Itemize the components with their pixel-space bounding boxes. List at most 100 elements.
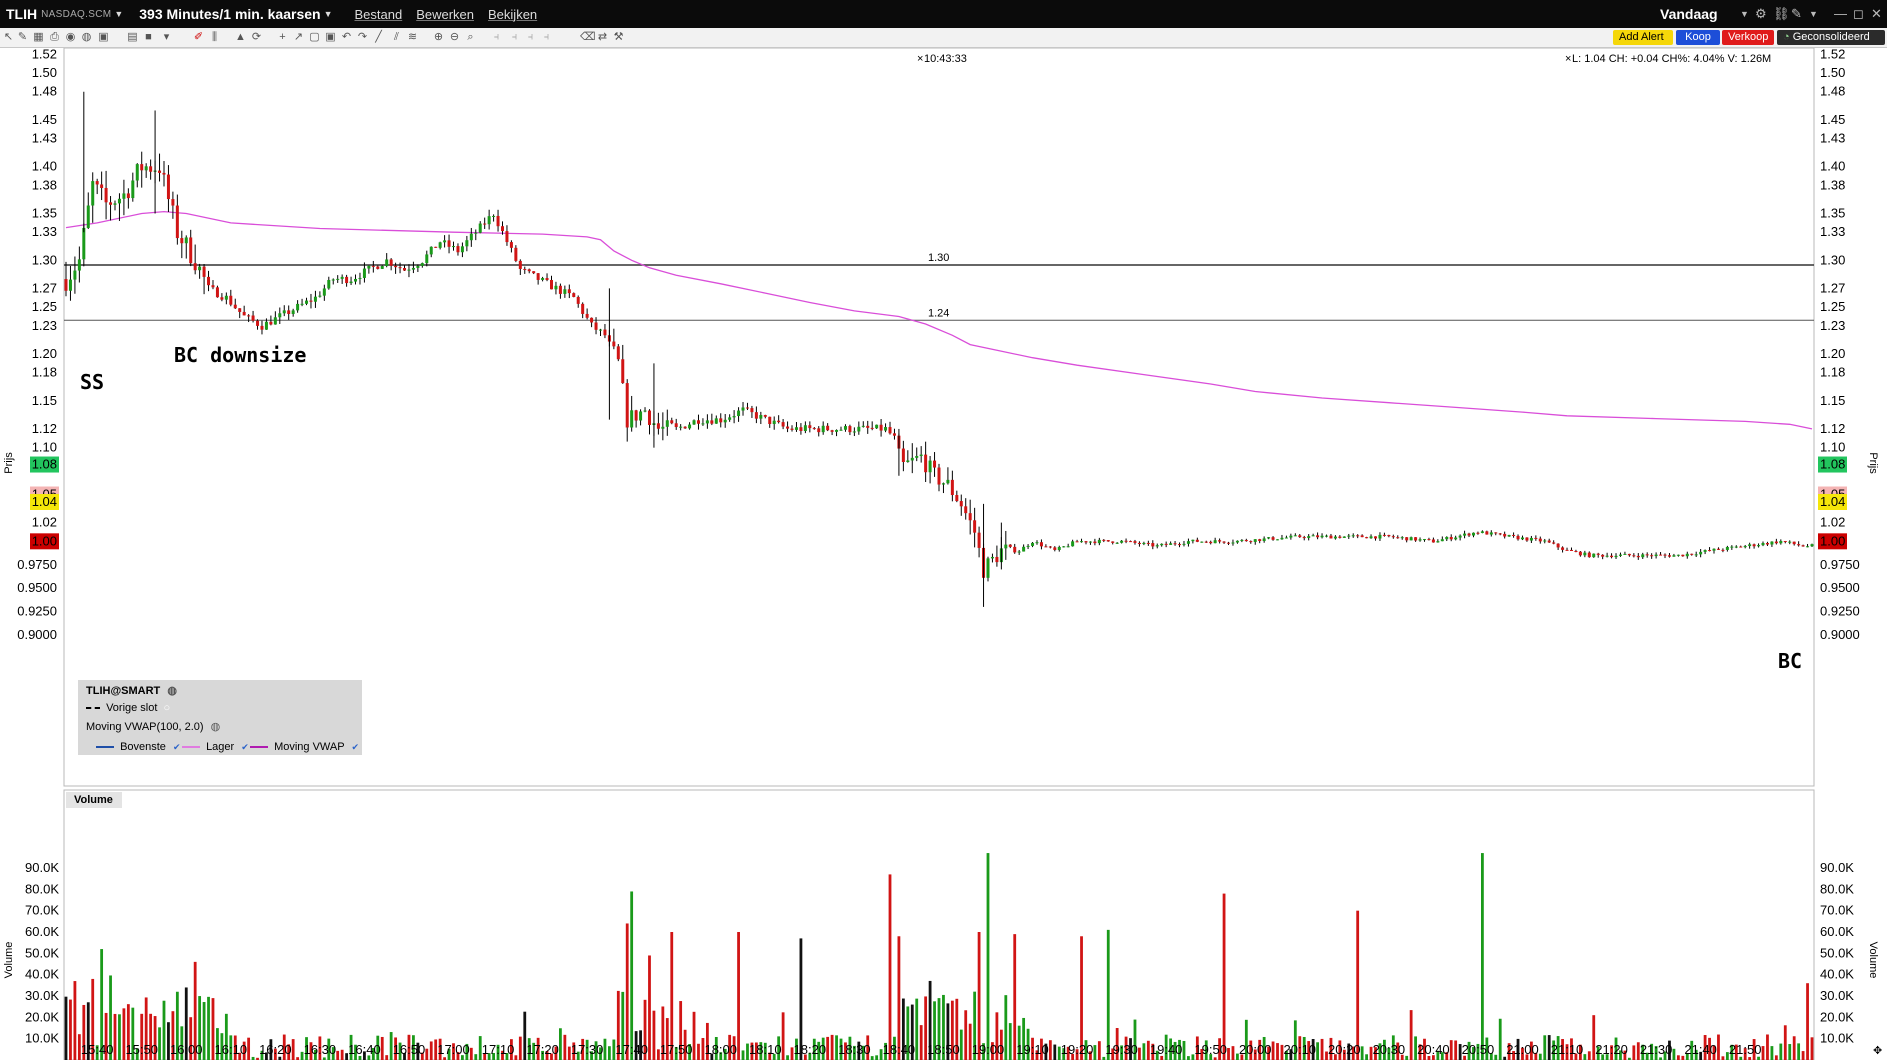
chevron-down-icon[interactable]: ✔ [241, 742, 249, 752]
candle-body [1035, 542, 1039, 544]
legend-item-upper[interactable]: Bovenste ✔ [96, 740, 181, 754]
undo-icon[interactable]: ↶ [340, 31, 353, 44]
candle-body [1614, 555, 1618, 558]
volume-tick-label: 30.0K [1820, 988, 1854, 1003]
menu-edit[interactable]: Bewerken [416, 7, 474, 22]
box-icon[interactable]: ▢ [308, 31, 321, 44]
time-tick-label: 16:30 [304, 1042, 337, 1057]
candle-body [287, 310, 291, 314]
add-alert-button[interactable]: Add Alert [1613, 30, 1673, 45]
candle-body [1329, 535, 1333, 539]
volume-bar [1097, 1041, 1101, 1060]
chevron-down-icon[interactable]: ▼ [114, 9, 123, 19]
candle-body [447, 240, 451, 247]
symbol-label[interactable]: TLIH [6, 6, 37, 22]
exchange-label[interactable]: NASDAQ.SCM [41, 9, 111, 20]
align-icon[interactable]: ⫞ [540, 31, 553, 44]
fib-icon[interactable]: ≋ [406, 31, 419, 44]
grid-icon[interactable]: ▦ [32, 31, 45, 44]
zoom-icon[interactable]: ⌕ [464, 31, 477, 44]
price-panel[interactable] [63, 48, 1815, 787]
candle-body [1730, 546, 1734, 548]
candle-body [345, 276, 349, 284]
chevron-down-icon[interactable]: ▼ [1809, 9, 1818, 19]
annotation-ss[interactable]: SS [80, 370, 104, 394]
menu-view[interactable]: Bekijken [488, 7, 537, 22]
price-tick-label: 1.38 [32, 177, 57, 192]
candle-body [1365, 537, 1369, 539]
table-icon[interactable]: ▤ [126, 31, 139, 44]
maximize-icon[interactable]: ◻ [1853, 6, 1864, 22]
volume-bar [1801, 1051, 1805, 1060]
draw-icon[interactable]: ✎ [16, 31, 29, 44]
legend-item-vwap[interactable]: Moving VWAP ✔ [250, 740, 359, 754]
print-icon[interactable]: ⎙ [48, 31, 61, 44]
lines-icon[interactable]: ⫽ [390, 31, 403, 44]
mountain-icon[interactable]: ▲ [234, 31, 247, 44]
link-icon[interactable]: ⛓ [1773, 6, 1790, 22]
redo-icon[interactable]: ↷ [356, 31, 369, 44]
legend-settings-icon[interactable]: ○ [164, 702, 171, 714]
trend-icon[interactable]: ╱ [372, 31, 385, 44]
consolidated-button[interactable]: ◔ Geconsolideerd [1777, 30, 1885, 45]
menu-file[interactable]: Bestand [355, 7, 403, 22]
range-selector[interactable]: Vandaag [1660, 6, 1718, 22]
box-icon[interactable]: ▣ [324, 31, 337, 44]
sell-button[interactable]: Verkoop [1722, 30, 1774, 45]
legend-globe-icon[interactable]: ◍ [211, 721, 221, 733]
align-icon[interactable]: ⫞ [508, 31, 521, 44]
annotation-bc-downsize[interactable]: BC downsize [174, 343, 306, 367]
align-icon[interactable]: ⫞ [490, 31, 503, 44]
minimize-icon[interactable]: — [1834, 6, 1847, 21]
square-icon[interactable]: ■ [142, 31, 155, 44]
consolidated-icon: ◔ [1783, 31, 1790, 43]
dropdown-icon[interactable]: ▾ [160, 31, 173, 44]
gear-icon[interactable]: ⚙ [1755, 6, 1767, 22]
buy-button[interactable]: Koop [1676, 30, 1720, 45]
wrench-icon[interactable]: ⚒ [612, 31, 625, 44]
line-swatch-icon [96, 746, 114, 749]
camera-icon[interactable]: ◉ [64, 31, 77, 44]
chevron-down-icon[interactable]: ✔ [351, 742, 359, 752]
info-close-icon[interactable]: × [1565, 53, 1571, 65]
candle-body [82, 227, 86, 260]
candle-body [1507, 534, 1511, 537]
globe-icon[interactable]: ◍ [80, 31, 93, 44]
legend-panel[interactable]: TLIH@SMART ◍ Vorige slot ○ Moving VWAP(1… [78, 680, 362, 755]
layout-icon[interactable]: ▣ [97, 31, 110, 44]
candle-body [1133, 541, 1137, 543]
sync-icon[interactable]: ⇄ [596, 31, 609, 44]
expand-icon[interactable]: ✥ [1873, 1045, 1882, 1057]
eraser-icon[interactable]: ⌫ [580, 31, 596, 44]
candle-body [1721, 549, 1725, 551]
chevron-down-icon[interactable]: ▼ [1740, 9, 1749, 19]
candle-body [1080, 541, 1084, 543]
zoom-in-icon[interactable]: ⊕ [432, 31, 445, 44]
cursor-icon[interactable]: ↖ [2, 31, 15, 44]
candle-body [1338, 536, 1342, 538]
zoom-out-icon[interactable]: ⊖ [448, 31, 461, 44]
legend-item-lower[interactable]: Lager ✔ [182, 740, 249, 754]
annotation-bc[interactable]: BC [1778, 649, 1802, 673]
candle-body [1097, 539, 1101, 544]
refresh-icon[interactable]: ⟳ [250, 31, 263, 44]
crosshair-icon[interactable]: + [276, 31, 289, 44]
candle-body [768, 416, 772, 425]
time-close-icon[interactable]: × [917, 53, 923, 65]
chevron-down-icon[interactable]: ✔ [173, 742, 181, 752]
candle-body [1694, 554, 1698, 556]
close-icon[interactable]: ✕ [1871, 6, 1882, 22]
pen-icon[interactable]: ✐ [192, 31, 205, 44]
volume-bar [826, 1036, 830, 1060]
candle-body [950, 479, 954, 496]
chevron-down-icon[interactable]: ▼ [324, 9, 333, 19]
chart-area[interactable]: 1.30 1.24 1.52 1.52 1.50 1.50 1.48 1.48 1.45 1.4… [0, 48, 1887, 1060]
candle-body [1757, 545, 1761, 547]
bars-icon[interactable]: ⫼ [208, 31, 221, 44]
period-selector[interactable]: 393 Minutes/1 min. kaarsen [139, 6, 320, 22]
arrow-icon[interactable]: ↗ [292, 31, 305, 44]
candle-body [1569, 549, 1573, 551]
align-icon[interactable]: ⫞ [524, 31, 537, 44]
pin-icon[interactable]: ✎ [1791, 6, 1802, 22]
legend-globe-icon[interactable]: ◍ [167, 685, 177, 697]
